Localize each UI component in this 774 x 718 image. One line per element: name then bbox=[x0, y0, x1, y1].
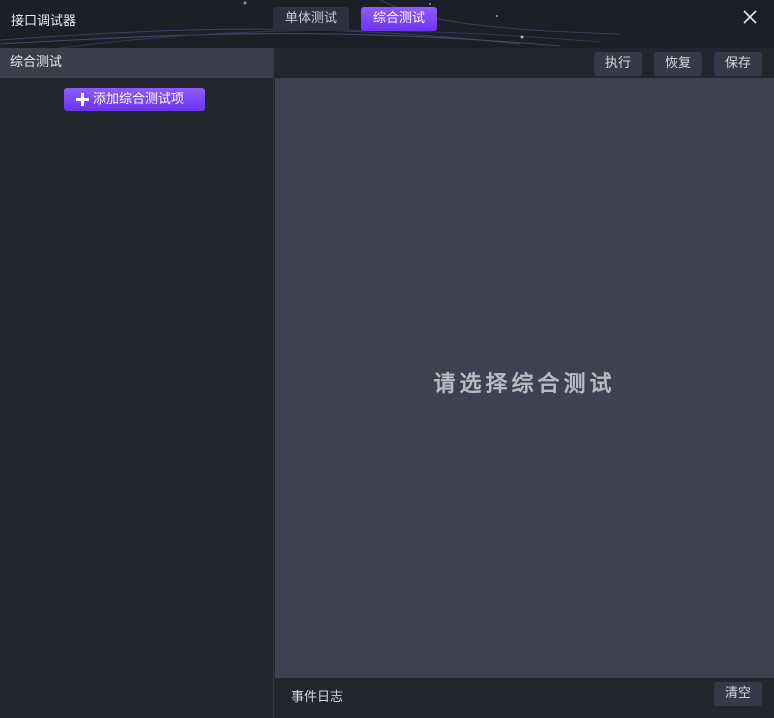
tab-single-test[interactable]: 单体测试 bbox=[273, 7, 349, 31]
clear-log-button[interactable]: 清空 bbox=[714, 682, 762, 706]
save-button[interactable]: 保存 bbox=[714, 52, 762, 76]
empty-state-message: 请选择综合测试 bbox=[433, 372, 616, 397]
close-button[interactable] bbox=[740, 7, 760, 27]
event-log-bar: 事件日志 清空 bbox=[275, 678, 774, 718]
sidebar: 综合测试 添加综合测试项 bbox=[0, 48, 274, 718]
sidebar-header: 综合测试 bbox=[0, 48, 273, 78]
event-log-label: 事件日志 bbox=[291, 690, 344, 705]
title-bar: 接口调试器 单体测试 综合测试 bbox=[0, 0, 774, 48]
toolbar: 执行 恢复 保存 bbox=[275, 48, 774, 78]
close-icon bbox=[743, 10, 757, 24]
execute-button[interactable]: 执行 bbox=[594, 52, 642, 76]
content-area: 请选择综合测试 bbox=[275, 78, 774, 678]
plus-icon bbox=[76, 93, 89, 106]
restore-button[interactable]: 恢复 bbox=[654, 52, 702, 76]
tab-combined-test[interactable]: 综合测试 bbox=[361, 7, 437, 31]
add-combined-test-button[interactable]: 添加综合测试项 bbox=[64, 88, 205, 111]
add-button-label: 添加综合测试项 bbox=[93, 92, 185, 107]
app-title: 接口调试器 bbox=[11, 14, 77, 29]
